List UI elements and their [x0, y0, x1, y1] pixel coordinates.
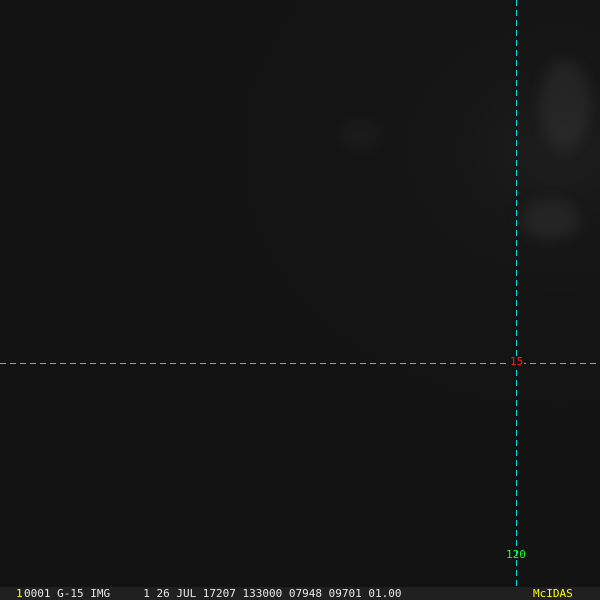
satellite-image-display: 15 120 1 0001 G-15 IMG 1 26 JUL 17207 13… — [0, 0, 600, 600]
longitude-label: 120 — [506, 548, 526, 561]
longitude-gridline — [516, 0, 517, 587]
brand-label: McIDAS — [533, 587, 573, 600]
cloud-feature — [340, 120, 380, 150]
image-info: 0001 G-15 IMG 1 26 JUL 17207 133000 0794… — [24, 587, 402, 600]
cloud-feature — [540, 60, 590, 150]
frame-number: 1 — [16, 587, 23, 600]
status-bar: 1 0001 G-15 IMG 1 26 JUL 17207 133000 07… — [0, 587, 600, 600]
cloud-feature — [520, 200, 580, 240]
latitude-label: 15 — [509, 355, 525, 368]
